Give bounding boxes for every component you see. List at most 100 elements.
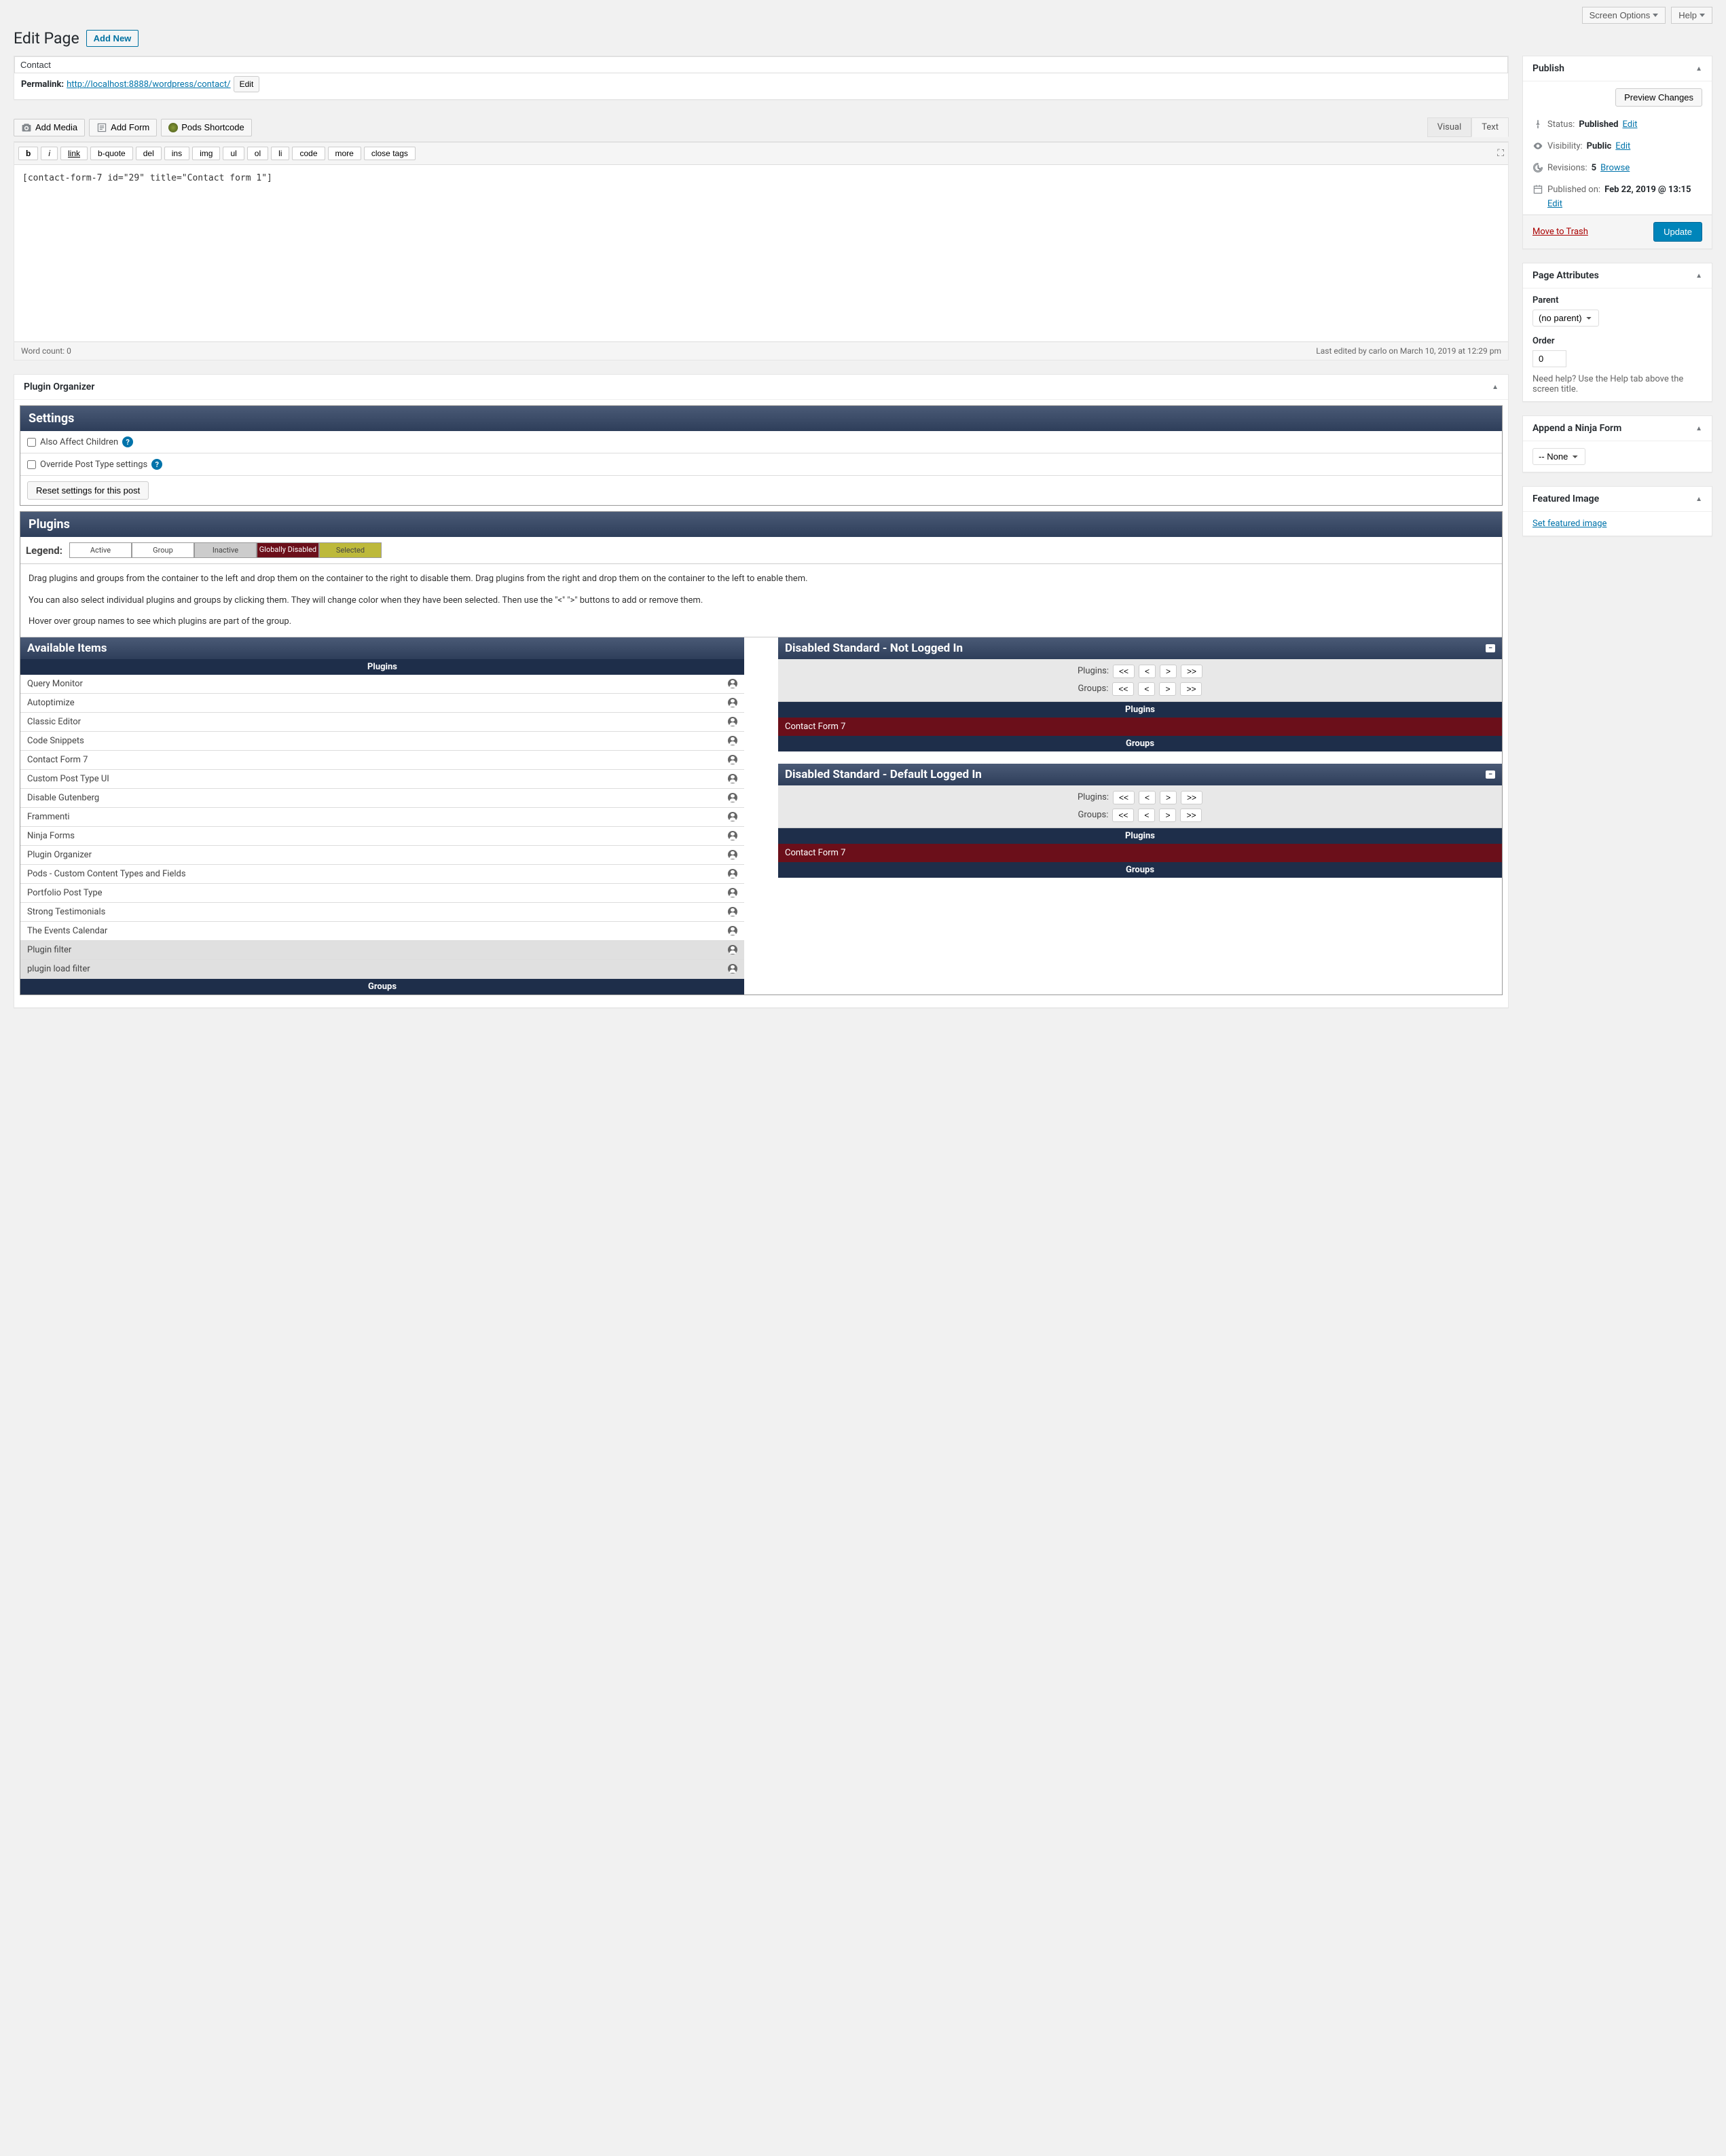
po-desc-2: You can also select individual plugins a…	[29, 594, 1494, 608]
qt-img[interactable]: img	[192, 147, 220, 160]
toggle-icon[interactable]: ▲	[1492, 384, 1499, 391]
nav-last[interactable]: >>	[1180, 809, 1202, 822]
help-icon[interactable]: ?	[151, 459, 162, 470]
parent-select[interactable]: (no parent)	[1532, 310, 1599, 327]
visibility-edit-link[interactable]: Edit	[1615, 141, 1630, 151]
plugin-row[interactable]: Portfolio Post Type	[20, 884, 744, 903]
available-items-header: Available Items	[20, 637, 744, 659]
qt-ol[interactable]: ol	[247, 147, 268, 160]
plugin-row[interactable]: The Events Calendar	[20, 922, 744, 941]
qt-ins[interactable]: ins	[164, 147, 189, 160]
plugin-row[interactable]: Classic Editor	[20, 713, 744, 732]
nav-first[interactable]: <<	[1113, 665, 1135, 678]
affect-children-checkbox[interactable]	[27, 438, 36, 447]
nav-prev[interactable]: <	[1138, 809, 1155, 822]
nav-last[interactable]: >>	[1181, 791, 1202, 804]
plugin-row[interactable]: Plugin Organizer	[20, 846, 744, 865]
help-icon[interactable]: ?	[122, 436, 133, 447]
qt-italic[interactable]: i	[41, 147, 58, 160]
text-tab[interactable]: Text	[1471, 117, 1509, 137]
plugin-row[interactable]: Query Monitor	[20, 675, 744, 694]
nav-next[interactable]: >	[1160, 791, 1177, 804]
published-edit-link[interactable]: Edit	[1547, 199, 1702, 209]
plugin-row[interactable]: Autoptimize	[20, 694, 744, 713]
qt-bold[interactable]: b	[18, 147, 38, 160]
caret-down-icon	[1653, 14, 1658, 17]
post-title-input[interactable]	[14, 56, 1508, 73]
status-edit-link[interactable]: Edit	[1622, 119, 1637, 130]
collapse-icon[interactable]: −	[1486, 770, 1495, 779]
nav-next[interactable]: >	[1159, 682, 1176, 696]
disabled-plugin-row[interactable]: Contact Form 7	[778, 718, 1502, 736]
override-checkbox[interactable]	[27, 460, 36, 469]
plugin-name: Strong Testimonials	[27, 907, 105, 917]
toggle-icon[interactable]: ▲	[1695, 272, 1702, 280]
nav-prev[interactable]: <	[1139, 665, 1156, 678]
plugin-row[interactable]: plugin load filter	[20, 960, 744, 979]
nav-last[interactable]: >>	[1181, 665, 1202, 678]
nav-next[interactable]: >	[1160, 665, 1177, 678]
help-button[interactable]: Help	[1671, 7, 1712, 24]
qt-del[interactable]: del	[136, 147, 162, 160]
plugin-row[interactable]: Ninja Forms	[20, 827, 744, 846]
ninja-form-select[interactable]: -- None	[1532, 448, 1585, 465]
user-icon	[728, 793, 737, 802]
camera-icon	[21, 122, 32, 133]
ninja-form-title: Append a Ninja Form	[1532, 423, 1621, 434]
update-button[interactable]: Update	[1653, 222, 1702, 242]
qt-more[interactable]: more	[328, 147, 361, 160]
featured-image-title: Featured Image	[1532, 494, 1599, 504]
disabled-plugin-row[interactable]: Contact Form 7	[778, 844, 1502, 862]
collapse-icon[interactable]: −	[1486, 644, 1495, 652]
toggle-icon[interactable]: ▲	[1695, 425, 1702, 432]
plugin-row[interactable]: Plugin filter	[20, 941, 744, 960]
qt-ul[interactable]: ul	[223, 147, 244, 160]
permalink-url[interactable]: http://localhost:8888/wordpress/contact/	[67, 79, 231, 90]
screen-options-button[interactable]: Screen Options	[1582, 7, 1666, 24]
qt-close[interactable]: close tags	[364, 147, 416, 160]
plugin-row[interactable]: Custom Post Type UI	[20, 770, 744, 789]
nav-first[interactable]: <<	[1112, 682, 1134, 696]
nav-first[interactable]: <<	[1113, 791, 1135, 804]
nav-first[interactable]: <<	[1112, 809, 1134, 822]
editor-textarea[interactable]: [contact-form-7 id="29" title="Contact f…	[14, 165, 1508, 341]
revisions-browse-link[interactable]: Browse	[1600, 163, 1630, 173]
nav-next[interactable]: >	[1159, 809, 1176, 822]
plugin-row[interactable]: Frammenti	[20, 808, 744, 827]
user-icon	[728, 888, 737, 897]
visual-tab[interactable]: Visual	[1427, 117, 1472, 137]
add-form-button[interactable]: Add Form	[89, 119, 157, 136]
order-input[interactable]	[1532, 350, 1566, 367]
nav-prev[interactable]: <	[1139, 791, 1156, 804]
toggle-icon[interactable]: ▲	[1695, 65, 1702, 73]
qt-li[interactable]: li	[271, 147, 289, 160]
qt-code[interactable]: code	[292, 147, 325, 160]
set-featured-image-link[interactable]: Set featured image	[1532, 519, 1606, 529]
add-media-button[interactable]: Add Media	[14, 119, 85, 136]
nav-last[interactable]: >>	[1180, 682, 1202, 696]
groups-subheader: Groups	[778, 862, 1502, 878]
plugin-name: Portfolio Post Type	[27, 888, 103, 898]
qt-link[interactable]: link	[60, 147, 88, 160]
toggle-icon[interactable]: ▲	[1695, 496, 1702, 503]
plugin-row[interactable]: Contact Form 7	[20, 751, 744, 770]
legend-globally: Globally Disabled	[257, 542, 319, 557]
pods-shortcode-button[interactable]: Pods Shortcode	[161, 119, 252, 136]
add-new-button[interactable]: Add New	[86, 30, 139, 47]
fullscreen-icon[interactable]: ⛶	[1497, 148, 1504, 159]
qt-bquote[interactable]: b-quote	[90, 147, 133, 160]
user-icon	[728, 945, 737, 954]
plugin-row[interactable]: Strong Testimonials	[20, 903, 744, 922]
nav-prev[interactable]: <	[1138, 682, 1155, 696]
user-icon	[728, 717, 737, 726]
permalink-edit-button[interactable]: Edit	[234, 76, 260, 92]
groups-subheader: Groups	[20, 979, 744, 995]
pin-icon	[1532, 119, 1543, 130]
legend-inactive: Inactive	[194, 542, 257, 558]
preview-button[interactable]: Preview Changes	[1615, 88, 1702, 107]
move-to-trash-link[interactable]: Move to Trash	[1532, 227, 1588, 237]
plugin-row[interactable]: Disable Gutenberg	[20, 789, 744, 808]
reset-settings-button[interactable]: Reset settings for this post	[27, 481, 149, 500]
plugin-row[interactable]: Pods - Custom Content Types and Fields	[20, 865, 744, 884]
plugin-row[interactable]: Code Snippets	[20, 732, 744, 751]
